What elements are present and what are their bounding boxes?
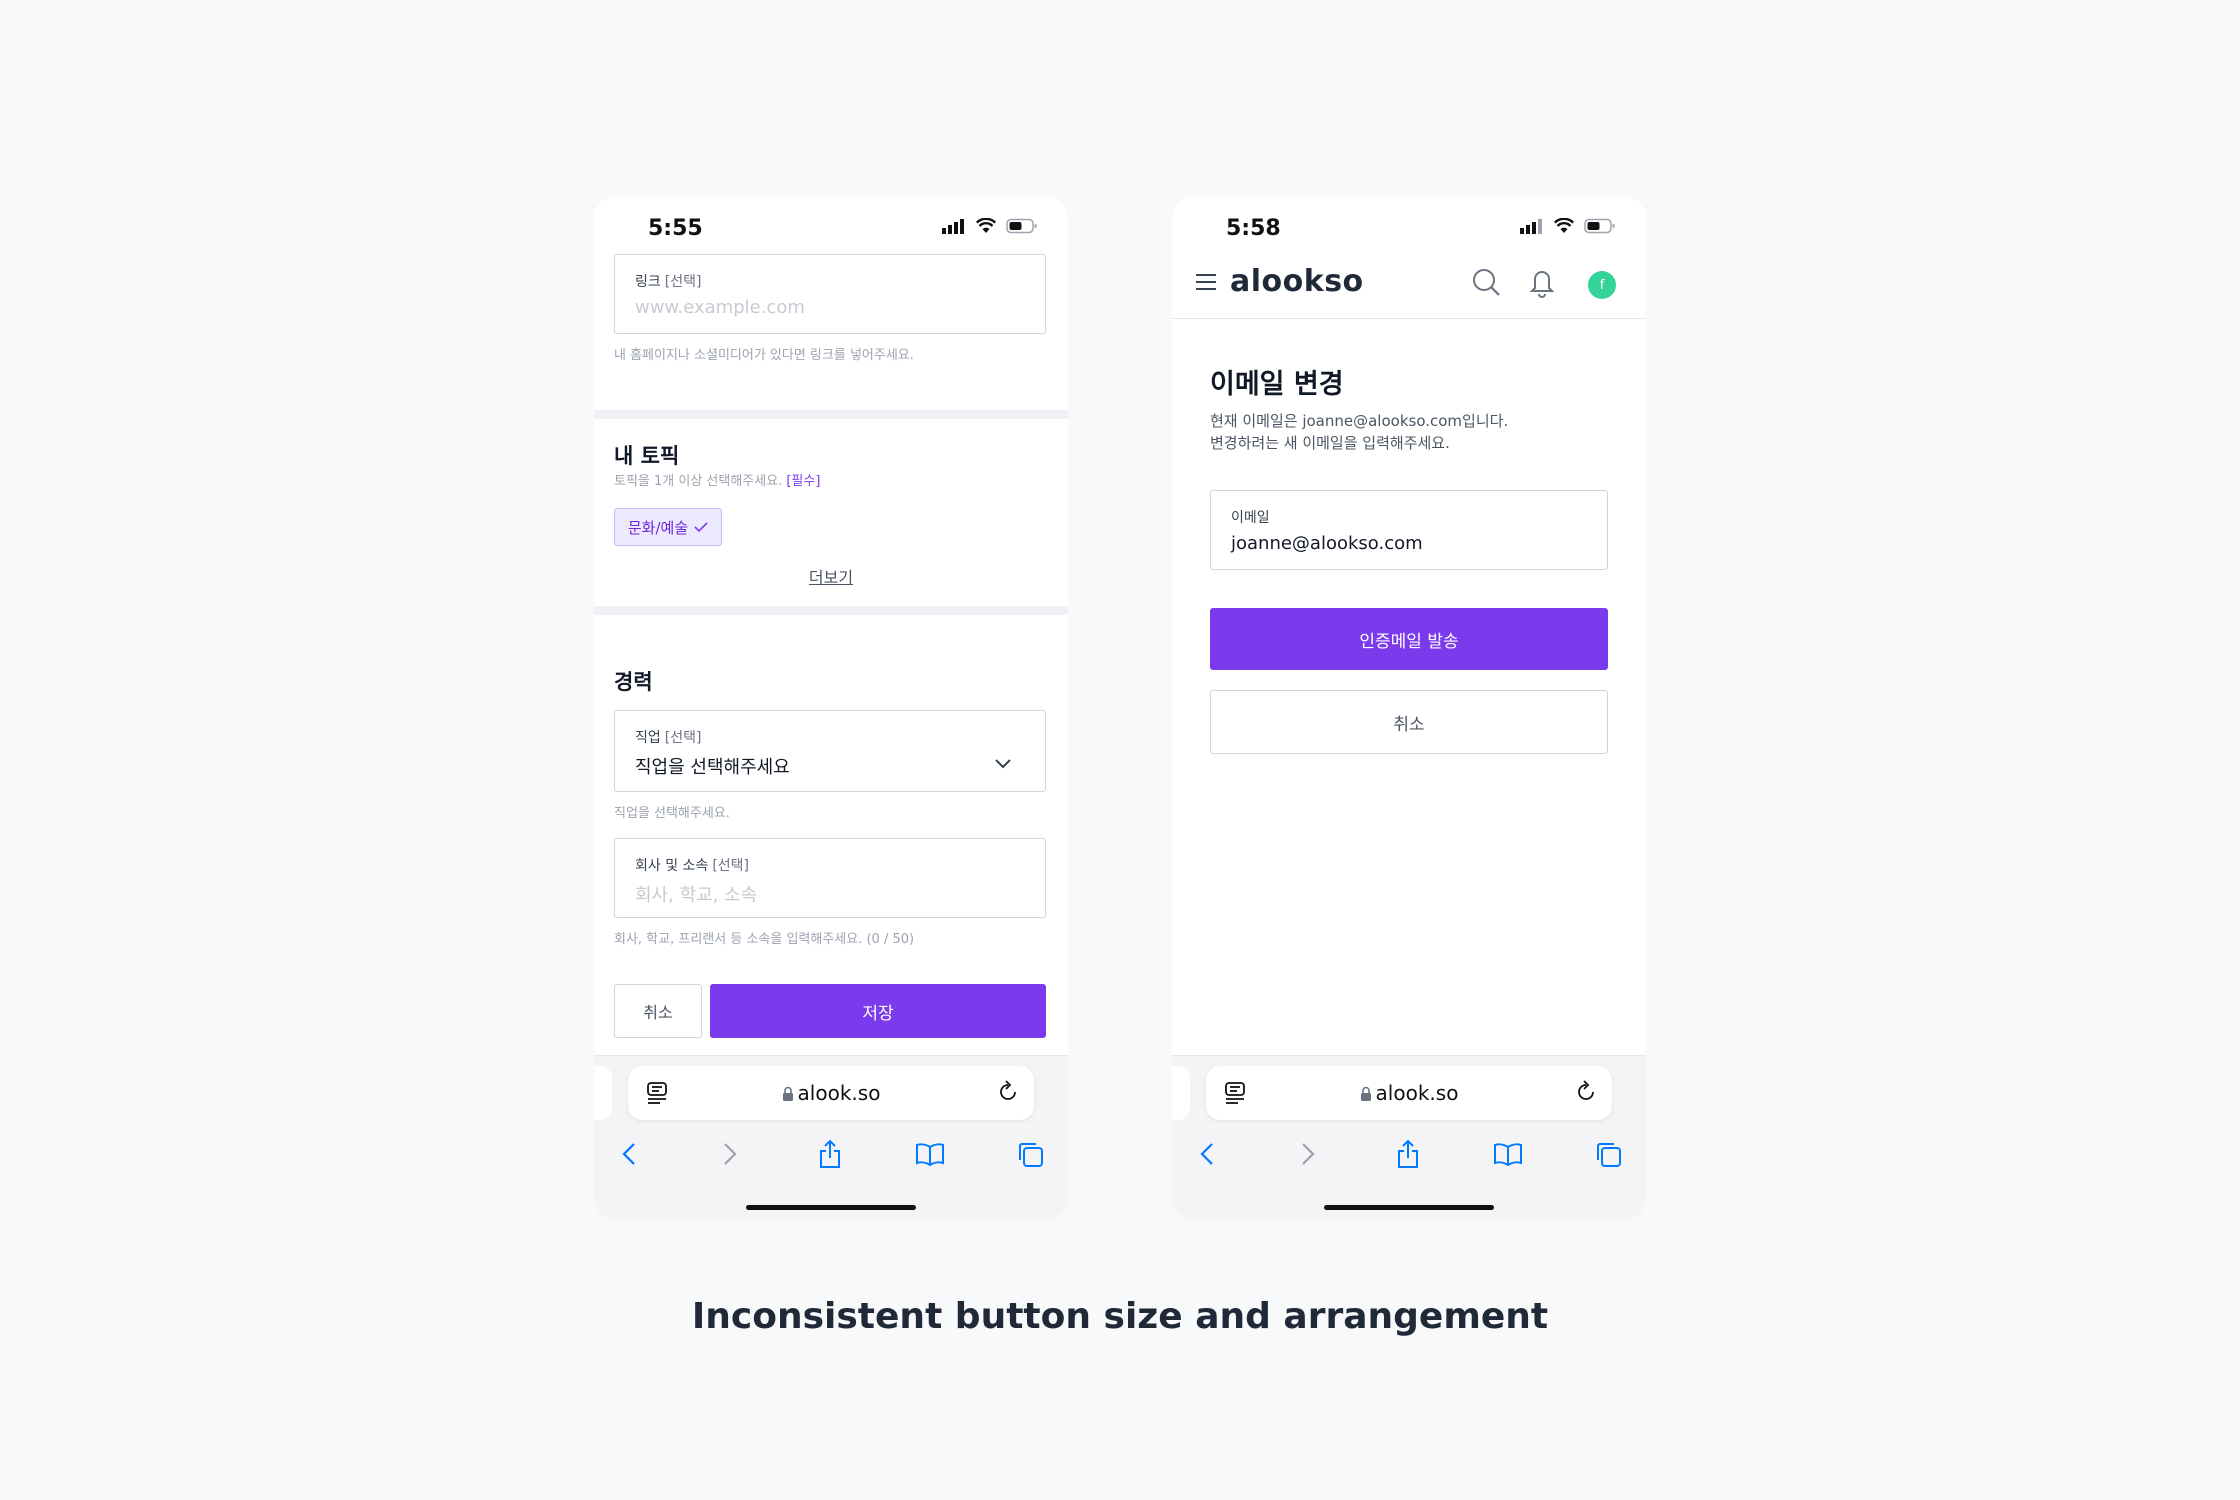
app-header: alookso f — [1172, 250, 1646, 319]
email-field[interactable]: 이메일 joanne@alookso.com — [1210, 490, 1608, 570]
job-select[interactable]: 직업 [선택] 직업을 선택해주세요 — [614, 710, 1046, 792]
section-divider — [594, 410, 1068, 419]
page-title: 이메일 변경 — [1210, 369, 1344, 400]
status-icons — [942, 218, 1038, 234]
company-field-helper: 회사, 학교, 프리랜서 등 소속을 입력해주세요. (0 / 50) — [614, 932, 915, 947]
back-icon[interactable] — [1187, 1134, 1227, 1174]
browser-toolbar: alook.so — [594, 1055, 1068, 1220]
link-field-helper: 내 홈페이지나 소셜미디어가 있다면 링크를 넣어주세요. — [614, 348, 914, 363]
check-icon — [694, 522, 708, 533]
home-indicator — [1324, 1205, 1494, 1210]
lock-icon — [1360, 1086, 1371, 1101]
phone-screen-profile-edit: 5:55 링크 [선택] www.example.com 내 홈페이지나 소셜미디… — [594, 196, 1068, 1220]
tabs-icon[interactable] — [1588, 1134, 1628, 1174]
menu-icon[interactable] — [1194, 272, 1218, 292]
status-icons — [1520, 218, 1616, 234]
job-select-helper: 직업을 선택해주세요. — [614, 806, 730, 821]
figure-caption: Inconsistent button size and arrangement — [691, 1296, 1549, 1337]
job-select-value: 직업을 선택해주세요 — [635, 757, 790, 778]
previous-tab-stub[interactable] — [594, 1066, 612, 1120]
home-indicator — [746, 1205, 916, 1210]
bookmarks-icon[interactable] — [910, 1134, 950, 1174]
app-logo[interactable]: alookso — [1230, 264, 1364, 299]
company-field-label: 회사 및 소속 [선택] — [635, 858, 749, 874]
bookmarks-icon[interactable] — [1488, 1134, 1528, 1174]
address-bar[interactable]: alook.so — [1206, 1066, 1612, 1120]
send-verification-button[interactable]: 인증메일 발송 — [1210, 608, 1608, 670]
search-icon[interactable] — [1470, 266, 1502, 298]
battery-icon — [1006, 218, 1037, 234]
browser-toolbar: alook.so — [1172, 1055, 1646, 1220]
cancel-button[interactable]: 취소 — [614, 984, 702, 1038]
reload-icon[interactable] — [1574, 1079, 1598, 1105]
share-icon[interactable] — [810, 1134, 850, 1174]
wifi-icon — [976, 218, 996, 233]
status-time: 5:58 — [1226, 216, 1281, 241]
topics-title: 내 토픽 — [614, 444, 680, 468]
tabs-icon[interactable] — [1010, 1134, 1050, 1174]
forward-icon[interactable] — [710, 1134, 750, 1174]
link-field-label: 링크 [선택] — [635, 274, 702, 290]
cancel-button[interactable]: 취소 — [1210, 690, 1608, 754]
previous-tab-stub[interactable] — [1172, 1066, 1190, 1120]
browser-nav-icons — [1172, 1134, 1646, 1174]
job-select-label: 직업 [선택] — [635, 730, 702, 746]
back-icon[interactable] — [609, 1134, 649, 1174]
topic-chip-culture-art[interactable]: 문화/예술 — [614, 508, 722, 546]
career-title: 경력 — [614, 670, 653, 694]
company-field-placeholder: 회사, 학교, 소속 — [635, 885, 758, 906]
forward-icon[interactable] — [1288, 1134, 1328, 1174]
avatar[interactable]: f — [1588, 271, 1616, 299]
topic-chip-label: 문화/예술 — [627, 518, 689, 537]
chevron-down-icon — [995, 759, 1011, 769]
share-icon[interactable] — [1388, 1134, 1428, 1174]
link-field-placeholder: www.example.com — [635, 297, 805, 318]
address-url: alook.so — [628, 1081, 1034, 1105]
address-url: alook.so — [1206, 1081, 1612, 1105]
more-topics-link[interactable]: 더보기 — [594, 564, 1068, 588]
wifi-icon — [1554, 218, 1574, 233]
phone-screen-email-change: 5:58 alookso f 이메일 변경 현재 이메일은 joanne@alo… — [1172, 196, 1646, 1220]
description-line: 현재 이메일은 joanne@alookso.com입니다. — [1210, 412, 1509, 430]
email-field-value: joanne@alookso.com — [1231, 533, 1423, 554]
bell-icon[interactable] — [1528, 266, 1556, 298]
signal-icon — [942, 219, 964, 234]
status-time: 5:55 — [648, 216, 703, 241]
save-button[interactable]: 저장 — [710, 984, 1046, 1038]
lock-icon — [782, 1086, 793, 1101]
topics-subtitle: 토픽을 1개 이상 선택해주세요. [필수] — [614, 474, 821, 489]
company-field[interactable]: 회사 및 소속 [선택] 회사, 학교, 소속 — [614, 838, 1046, 918]
page-description: 현재 이메일은 joanne@alookso.com입니다. 변경하려는 새 이… — [1210, 410, 1508, 454]
browser-nav-icons — [594, 1134, 1068, 1174]
link-field[interactable]: 링크 [선택] www.example.com — [614, 254, 1046, 334]
battery-icon — [1584, 218, 1615, 234]
signal-icon — [1520, 219, 1542, 234]
description-line: 변경하려는 새 이메일을 입력해주세요. — [1210, 434, 1450, 452]
address-bar[interactable]: alook.so — [628, 1066, 1034, 1120]
section-divider — [594, 606, 1068, 615]
email-field-label: 이메일 — [1231, 510, 1270, 526]
reload-icon[interactable] — [996, 1079, 1020, 1105]
